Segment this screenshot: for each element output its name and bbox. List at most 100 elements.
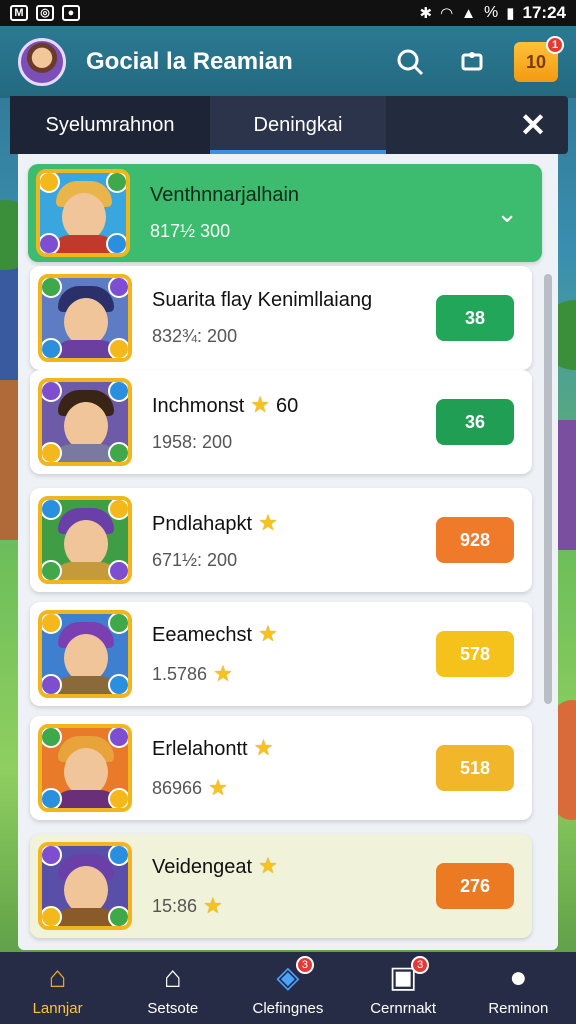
gift-button[interactable]: 10 1 (514, 36, 564, 82)
row-subtitle: 15:86 ★ (152, 893, 436, 919)
nav-item[interactable]: ⌂ Setsote (118, 960, 228, 1017)
row-name: Venthnnarjalhain (150, 184, 496, 207)
nav-item[interactable]: ● Reminon (463, 960, 573, 1017)
signal-icon: ▲ (461, 4, 477, 22)
character-avatar (38, 842, 132, 930)
row-subtitle-text: 15:86 (152, 895, 198, 916)
nav-item[interactable]: ⌂ Lannjar (3, 960, 113, 1017)
row-text: Eeamechst ★ 1.5786 ★ (152, 621, 436, 687)
gem-icon (42, 338, 62, 358)
row-name-text: Suarita flay Kenimllaiang (152, 289, 373, 311)
status-left: M ◎ ● (10, 5, 80, 21)
star-icon: ★ (208, 775, 228, 800)
row-text: Pndlahapkt ★ 671½: 200 (152, 510, 436, 571)
wifi-icon: ◠ (440, 5, 454, 22)
puzzle-button[interactable] (452, 42, 492, 82)
list-row[interactable]: Erlelahontt ★ 86966 ★ 518 (30, 716, 532, 820)
list-row[interactable]: Eeamechst ★ 1.5786 ★ 578 (30, 602, 532, 706)
row-name-text: Venthnnarjalhain (150, 184, 300, 206)
row-text: Venthnnarjalhain 817½ 300 (150, 184, 496, 242)
row-name: Erlelahontt ★ (152, 735, 436, 761)
chevron-down-icon[interactable]: ⌄ (496, 198, 518, 229)
list-row[interactable]: Inchmonst ★ 60 1958: 200 36 (30, 370, 532, 474)
gem-icon (42, 442, 62, 462)
row-name-text: Erlelahontt (152, 738, 248, 760)
gem-icon (40, 173, 60, 193)
character-avatar (38, 610, 132, 698)
gift-label: 10 (525, 51, 547, 72)
gem-icon (108, 500, 128, 520)
row-name-suffix: 60 (276, 394, 299, 417)
character-face (64, 634, 108, 682)
row-subtitle-text: 1.5786 (152, 663, 208, 684)
score-button[interactable]: 36 (436, 399, 514, 445)
character-avatar (38, 378, 132, 466)
profile-avatar[interactable] (18, 38, 66, 86)
star-icon: ★ (253, 735, 274, 760)
list-row[interactable]: Venthnnarjalhain 817½ 300 ⌄ (28, 164, 542, 262)
character-face (64, 748, 108, 796)
gem-icon (42, 728, 62, 748)
row-name-text: Eeamechst (152, 624, 253, 646)
row-subtitle-text: 1958: 200 (152, 431, 233, 452)
list-panel: Venthnnarjalhain 817½ 300 ⌄ Suarita flay Ke… (18, 154, 558, 950)
row-subtitle: 1.5786 ★ (152, 661, 436, 687)
score-button[interactable]: 928 (436, 517, 514, 563)
search-button[interactable] (390, 42, 430, 82)
row-subtitle: 1958: 200 (152, 432, 436, 453)
gmail-icon: M (10, 5, 28, 21)
list-row[interactable]: Pndlahapkt ★ 671½: 200 928 (30, 488, 532, 592)
app-header: Gocial la Reamian 10 1 (0, 26, 576, 98)
gem-icon (106, 233, 126, 253)
app-title: Gocial la Reamian (86, 48, 293, 75)
nav-label: Lannjar (32, 999, 83, 1017)
nav-item[interactable]: ▣ 3 Cernrnakt (348, 955, 458, 1017)
row-text: Veidengeat ★ 15:86 ★ (152, 853, 436, 919)
row-name-text: Inchmonst (152, 394, 245, 417)
score-button[interactable]: 518 (436, 745, 514, 791)
gem-icon (42, 674, 62, 694)
gem-icon (42, 560, 62, 580)
star-icon: ★ (213, 661, 233, 686)
row-name: Inchmonst ★ 60 (152, 392, 436, 418)
gem-icon (40, 233, 60, 253)
row-subtitle-text: 86966 (152, 777, 203, 798)
row-name: Veidengeat ★ (152, 853, 436, 879)
row-name: Pndlahapkt ★ (152, 510, 436, 536)
photos-icon: ◎ (36, 5, 54, 21)
character-avatar (38, 724, 132, 812)
gem-icon (108, 846, 128, 866)
gem-icon (42, 500, 62, 520)
score-button[interactable]: 276 (436, 863, 514, 909)
gem-icon (108, 674, 128, 694)
character-face (64, 520, 108, 568)
row-subtitle: 832¾: 200 (152, 326, 436, 347)
character-avatar (38, 274, 132, 362)
score-button[interactable]: 38 (436, 295, 514, 341)
row-text: Inchmonst ★ 60 1958: 200 (152, 392, 436, 453)
star-icon: ★ (250, 391, 270, 417)
row-text: Suarita flay Kenimllaiang 832¾: 200 (152, 289, 436, 347)
row-subtitle-text: 832¾: 200 (152, 326, 238, 346)
tab-second[interactable]: Deningkai (210, 96, 386, 154)
puzzle-icon (461, 52, 483, 71)
close-button[interactable]: ✕ (498, 96, 568, 154)
scrollbar[interactable] (544, 274, 552, 704)
score-button[interactable]: 578 (436, 631, 514, 677)
tab-spacer (386, 96, 498, 154)
gem-icon (108, 382, 128, 402)
row-name-text: Pndlahapkt (152, 512, 253, 535)
nav-label: Setsote (147, 999, 199, 1017)
game-icon: ◈ 3 (268, 955, 314, 996)
battery-percent: % (484, 4, 499, 21)
nav-badge: 3 (295, 955, 314, 974)
list-row[interactable]: Veidengeat ★ 15:86 ★ 276 (30, 834, 532, 938)
gem-icon (42, 906, 62, 926)
row-name: Eeamechst ★ (152, 621, 436, 647)
nav-item[interactable]: ◈ 3 Clefingnes (233, 955, 343, 1017)
row-subtitle-text: 671½: 200 (152, 549, 238, 570)
list-row[interactable]: Suarita flay Kenimllaiang 832¾: 200 38 (30, 266, 532, 370)
character-face (64, 298, 108, 346)
gem-icon (108, 614, 128, 634)
tab-first[interactable]: Syelumrahnon (10, 96, 210, 154)
